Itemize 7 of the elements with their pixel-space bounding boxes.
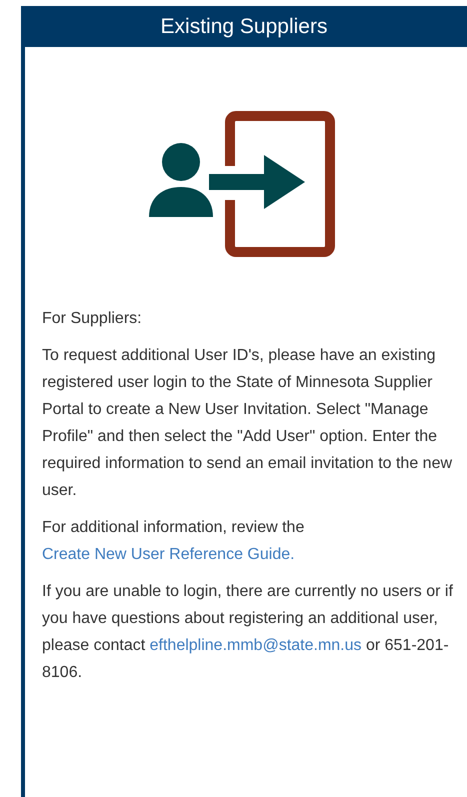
person-door-arrow-icon	[148, 111, 336, 257]
paragraph: To request additional User ID's, please have an existing registered user login to the State of Minnesota Supplier Portal to create a New User Invitation. Select "Manage Profile" and then select the "Add User" option. Enter the required information to send an email invitation to the new user.	[42, 346, 454, 501]
intro-text: For Suppliers:	[42, 309, 143, 329]
link[interactable]: efthelpline.mmb@state.mn.us	[150, 637, 362, 654]
link[interactable]: Create New User Reference Guide.	[42, 546, 295, 563]
paragraph: For additional information, review the Create New User Reference Guide.	[42, 518, 306, 565]
paragraph: If you are unable to login, there are currently no users or if you have questions about registering an additional user, please contact efthelpline.mmb@state.mn.us or 651-201-8106.	[42, 582, 454, 683]
